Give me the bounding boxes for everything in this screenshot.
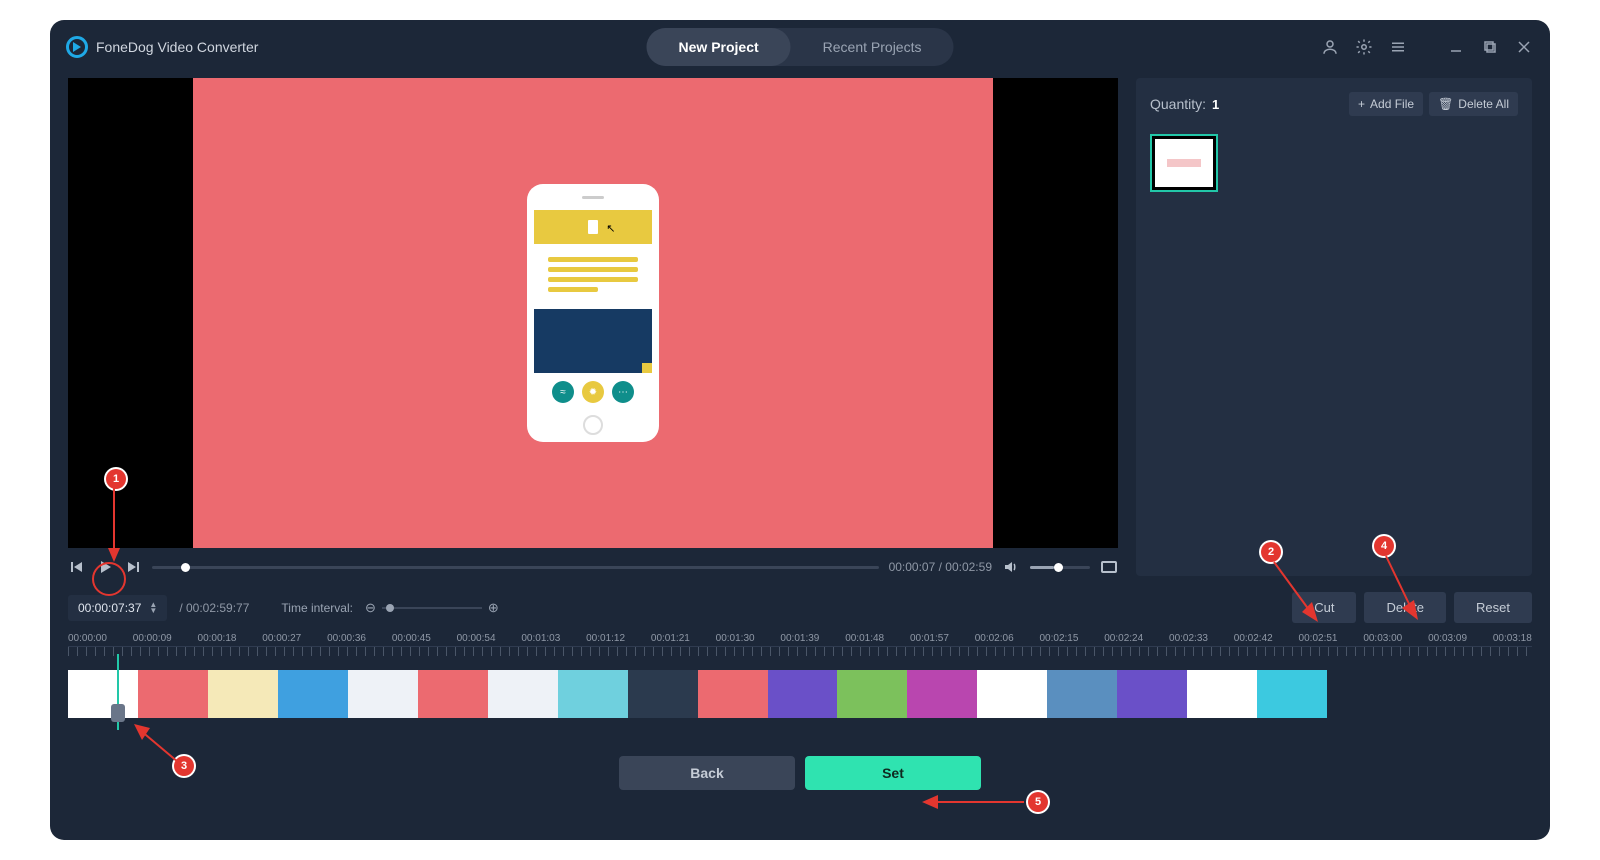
maximize-icon[interactable] — [1480, 37, 1500, 57]
back-button[interactable]: Back — [619, 756, 795, 790]
ruler-tick-label: 00:01:39 — [780, 633, 819, 644]
fullscreen-icon[interactable] — [1100, 558, 1118, 576]
ruler-tick-label: 00:03:18 — [1493, 633, 1532, 644]
set-button[interactable]: Set — [805, 756, 981, 790]
timecode-value: 00:00:07:37 — [78, 601, 141, 615]
ruler-tick-label: 00:02:24 — [1104, 633, 1143, 644]
plus-icon: + — [1358, 97, 1365, 111]
quantity-label: Quantity: — [1150, 96, 1206, 112]
annotation-circle-play — [92, 562, 126, 596]
annotation-badge-1: 1 — [106, 469, 126, 489]
ruler-tick-label: 00:02:33 — [1169, 633, 1208, 644]
window-controls — [1320, 37, 1534, 57]
app-title: FoneDog Video Converter — [96, 39, 258, 55]
annotation-badge-3: 3 — [174, 756, 194, 776]
zoom-slider[interactable] — [382, 607, 482, 609]
app-logo-icon — [66, 36, 88, 58]
volume-slider[interactable] — [1030, 566, 1090, 569]
close-icon[interactable] — [1514, 37, 1534, 57]
duration-label: / 00:02:59:77 — [179, 601, 249, 615]
ruler-tick-label: 00:01:12 — [586, 633, 625, 644]
playback-time: 00:00:07 / 00:02:59 — [889, 560, 992, 574]
quantity-value: 1 — [1212, 97, 1219, 112]
ruler-tick-label: 00:01:57 — [910, 633, 949, 644]
playhead-handle[interactable] — [111, 704, 125, 722]
ruler-tick-label: 00:00:54 — [457, 633, 496, 644]
trash-icon: 🗑 — [1438, 97, 1453, 111]
annotation-badge-4: 4 — [1374, 536, 1394, 556]
settings-icon[interactable] — [1354, 37, 1374, 57]
menu-icon[interactable] — [1388, 37, 1408, 57]
ruler-tick-label: 00:00:27 — [262, 633, 301, 644]
footer-buttons: Back Set — [50, 726, 1550, 800]
project-tabs: New Project Recent Projects — [647, 28, 954, 66]
volume-icon[interactable] — [1002, 558, 1020, 576]
account-icon[interactable] — [1320, 37, 1340, 57]
zoom-in-icon[interactable]: ⊕ — [488, 600, 499, 616]
ruler-tick-label: 00:03:00 — [1363, 633, 1402, 644]
minimize-icon[interactable] — [1446, 37, 1466, 57]
add-file-button[interactable]: + Add File — [1349, 92, 1423, 116]
file-thumbnail[interactable] — [1150, 134, 1218, 192]
titlebar: FoneDog Video Converter New Project Rece… — [50, 20, 1550, 74]
ruler-tick-label: 00:03:09 — [1428, 633, 1467, 644]
playback-bar: 00:00:07 / 00:02:59 — [68, 548, 1118, 582]
ruler-tick-label: 00:01:03 — [521, 633, 560, 644]
tab-new-project[interactable]: New Project — [647, 28, 791, 66]
app-brand: FoneDog Video Converter — [66, 36, 258, 58]
video-preview[interactable]: ↖ ≈✹⋯ — [68, 78, 1118, 548]
timecode-spinner[interactable]: ▲▼ — [149, 602, 157, 614]
ruler-tick-label: 00:00:09 — [133, 633, 172, 644]
ruler-tick-label: 00:02:51 — [1299, 633, 1338, 644]
timeline[interactable] — [50, 656, 1550, 726]
add-file-label: Add File — [1370, 97, 1414, 111]
seek-slider[interactable] — [152, 566, 879, 569]
file-sidebar: Quantity: 1 + Add File 🗑 Delete All — [1136, 78, 1532, 576]
ruler-tick-label: 00:01:48 — [845, 633, 884, 644]
next-frame-button[interactable] — [124, 558, 142, 576]
ruler-tick-label: 00:02:15 — [1039, 633, 1078, 644]
interval-label: Time interval: — [281, 601, 353, 615]
ruler-tick-label: 00:02:06 — [975, 633, 1014, 644]
ruler-tick-label: 00:01:30 — [716, 633, 755, 644]
timecode-input[interactable]: 00:00:07:37 ▲▼ — [68, 595, 167, 621]
time-ruler[interactable]: 00:00:00 00:00:09 00:00:18 00:00:27 00:00:36… — [50, 629, 1550, 656]
ruler-tick-label: 00:00:36 — [327, 633, 366, 644]
annotation-badge-5: 5 — [1028, 792, 1048, 812]
delete-all-label: Delete All — [1458, 97, 1509, 111]
cut-button[interactable]: Cut — [1292, 592, 1356, 623]
prev-frame-button[interactable] — [68, 558, 86, 576]
ruler-tick-label: 00:00:18 — [198, 633, 237, 644]
annotation-badge-2: 2 — [1261, 542, 1281, 562]
reset-button[interactable]: Reset — [1454, 592, 1532, 623]
interval-row: 00:00:07:37 ▲▼ / 00:02:59:77 Time interv… — [50, 582, 1550, 629]
zoom-out-icon[interactable]: ⊖ — [365, 600, 376, 616]
ruler-tick-label: 00:00:45 — [392, 633, 431, 644]
ruler-tick-label: 00:00:00 — [68, 633, 107, 644]
delete-button[interactable]: Delete — [1364, 592, 1446, 623]
ruler-tick-label: 00:01:21 — [651, 633, 690, 644]
ruler-tick-label: 00:02:42 — [1234, 633, 1273, 644]
delete-all-button[interactable]: 🗑 Delete All — [1429, 92, 1518, 116]
preview-panel: ↖ ≈✹⋯ 00:00:07 / 00:02:59 — [68, 78, 1118, 582]
tab-recent-projects[interactable]: Recent Projects — [791, 28, 954, 66]
